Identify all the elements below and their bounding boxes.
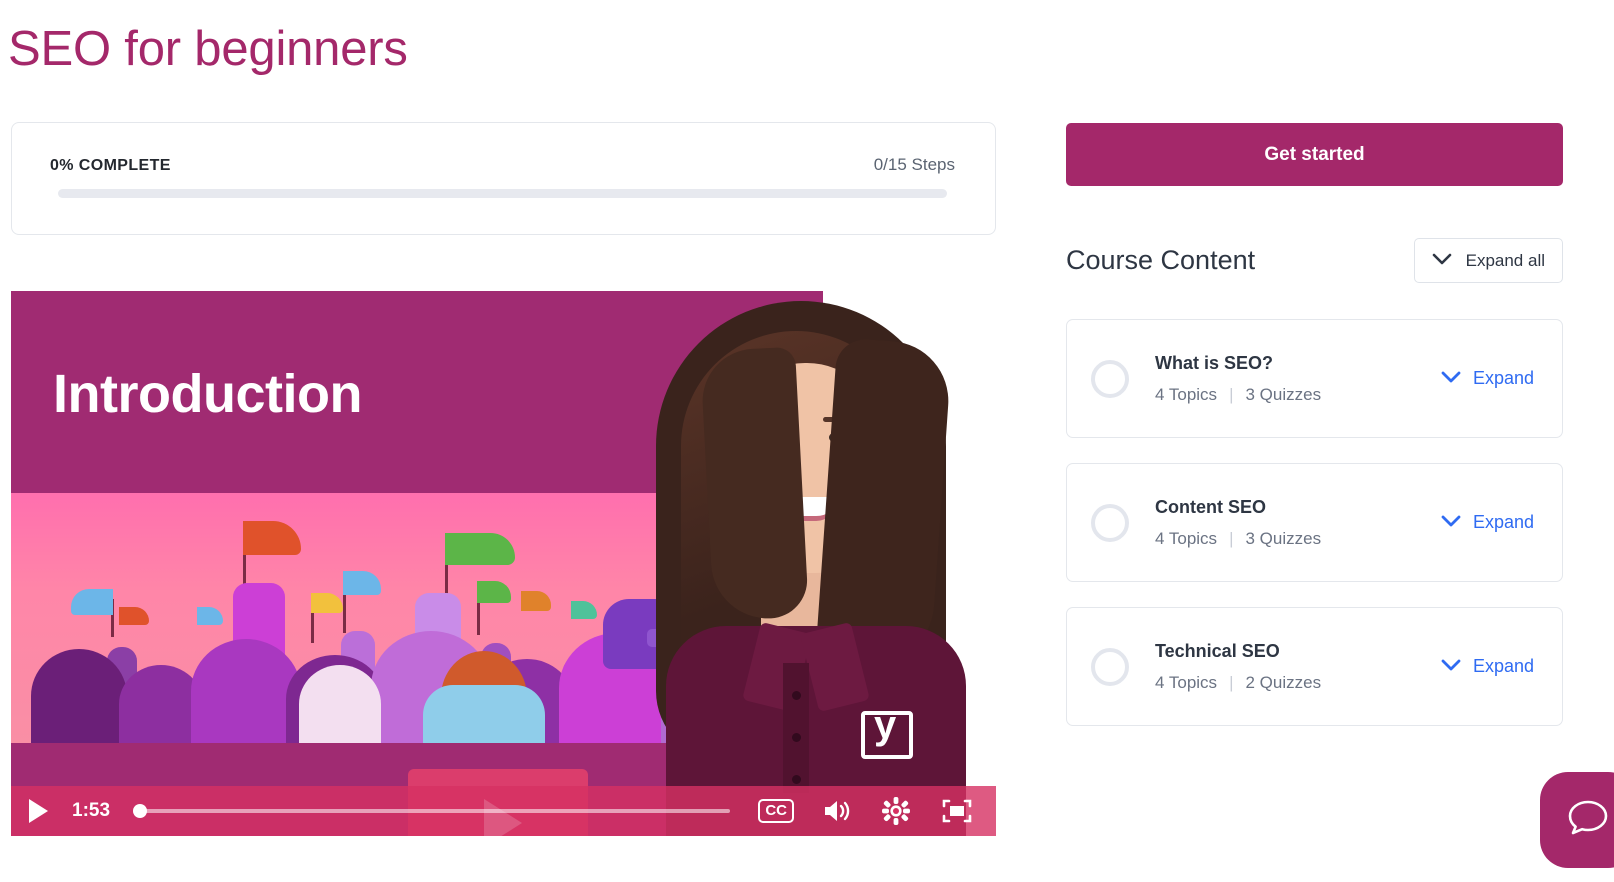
module-topics: 4 Topics [1155, 672, 1218, 692]
video-slide-title: Introduction [53, 364, 362, 424]
cc-label: CC [758, 799, 794, 823]
module-meta: 4 Topics | 3 Quizzes [1155, 529, 1441, 549]
incomplete-circle-icon [1091, 647, 1129, 686]
module-expand-label: Expand [1472, 368, 1534, 388]
video-controls-bar[interactable]: 1:53 CC [11, 786, 996, 836]
fullscreen-icon[interactable] [942, 798, 972, 824]
module-info: What is SEO? 4 Topics | 3 Quizzes [1155, 353, 1441, 405]
chat-widget-button[interactable] [1540, 772, 1614, 868]
chat-bubble-icon [1565, 797, 1611, 844]
course-content-header: Course Content Expand all [1066, 238, 1563, 283]
gear-icon[interactable] [882, 797, 910, 825]
module-meta: 4 Topics | 3 Quizzes [1155, 385, 1441, 405]
module-title: Content SEO [1155, 496, 1266, 517]
course-page: SEO for beginners 0% COMPLETE 0/15 Steps… [0, 0, 1614, 882]
course-modules-list: What is SEO? 4 Topics | 3 Quizzes Expand… [1066, 319, 1563, 751]
video-current-time: 1:53 [72, 800, 111, 821]
progress-bar-track [58, 189, 947, 198]
expand-all-button[interactable]: Expand all [1413, 238, 1563, 283]
module-meta-separator: | [1229, 528, 1234, 548]
module-meta: 4 Topics | 2 Quizzes [1155, 673, 1441, 693]
cc-icon[interactable]: CC [758, 799, 794, 823]
page-title: SEO for beginners [8, 22, 408, 76]
incomplete-circle-icon [1091, 359, 1129, 398]
incomplete-circle-icon [1091, 503, 1129, 542]
module-quizzes: 2 Quizzes [1245, 672, 1322, 692]
presenter-photo [611, 291, 996, 836]
module-expand-label: Expand [1472, 512, 1534, 532]
module-expand-button[interactable]: Expand [1441, 656, 1534, 677]
module-meta-separator: | [1229, 384, 1234, 404]
video-player[interactable]: Introduction y 1:53 CC [11, 291, 996, 836]
chevron-down-icon [1441, 368, 1461, 389]
volume-icon[interactable] [822, 798, 852, 824]
expand-all-label: Expand all [1465, 250, 1545, 270]
progress-steps-label: 0/15 Steps [873, 155, 955, 174]
chevron-down-icon [1441, 512, 1461, 533]
module-title: Technical SEO [1155, 640, 1280, 661]
progress-card: 0% COMPLETE 0/15 Steps [11, 122, 996, 235]
play-icon[interactable] [29, 799, 48, 823]
module-expand-button[interactable]: Expand [1441, 512, 1534, 533]
module-title: What is SEO? [1155, 352, 1274, 373]
video-scrubber[interactable] [133, 804, 731, 818]
get-started-button[interactable]: Get started [1066, 123, 1563, 186]
module-card[interactable]: Content SEO 4 Topics | 3 Quizzes Expand [1066, 463, 1563, 582]
scrubber-handle[interactable] [133, 804, 148, 818]
module-quizzes: 3 Quizzes [1245, 384, 1322, 404]
progress-labels: 0% COMPLETE 0/15 Steps [50, 155, 955, 175]
module-card[interactable]: Technical SEO 4 Topics | 2 Quizzes Expan… [1066, 607, 1563, 726]
module-quizzes: 3 Quizzes [1245, 528, 1322, 548]
module-expand-button[interactable]: Expand [1441, 368, 1534, 389]
module-info: Technical SEO 4 Topics | 2 Quizzes [1155, 641, 1441, 693]
module-card[interactable]: What is SEO? 4 Topics | 3 Quizzes Expand [1066, 319, 1563, 438]
yoast-shirt-logo [861, 703, 913, 759]
module-topics: 4 Topics [1155, 384, 1218, 404]
module-expand-label: Expand [1472, 656, 1534, 676]
chevron-down-icon [1441, 656, 1461, 677]
module-topics: 4 Topics [1155, 528, 1218, 548]
course-content-title: Course Content [1066, 245, 1256, 275]
chevron-down-icon [1432, 251, 1452, 271]
module-info: Content SEO 4 Topics | 3 Quizzes [1155, 497, 1441, 549]
progress-percent-label: 0% COMPLETE [50, 157, 171, 174]
module-meta-separator: | [1229, 672, 1234, 692]
